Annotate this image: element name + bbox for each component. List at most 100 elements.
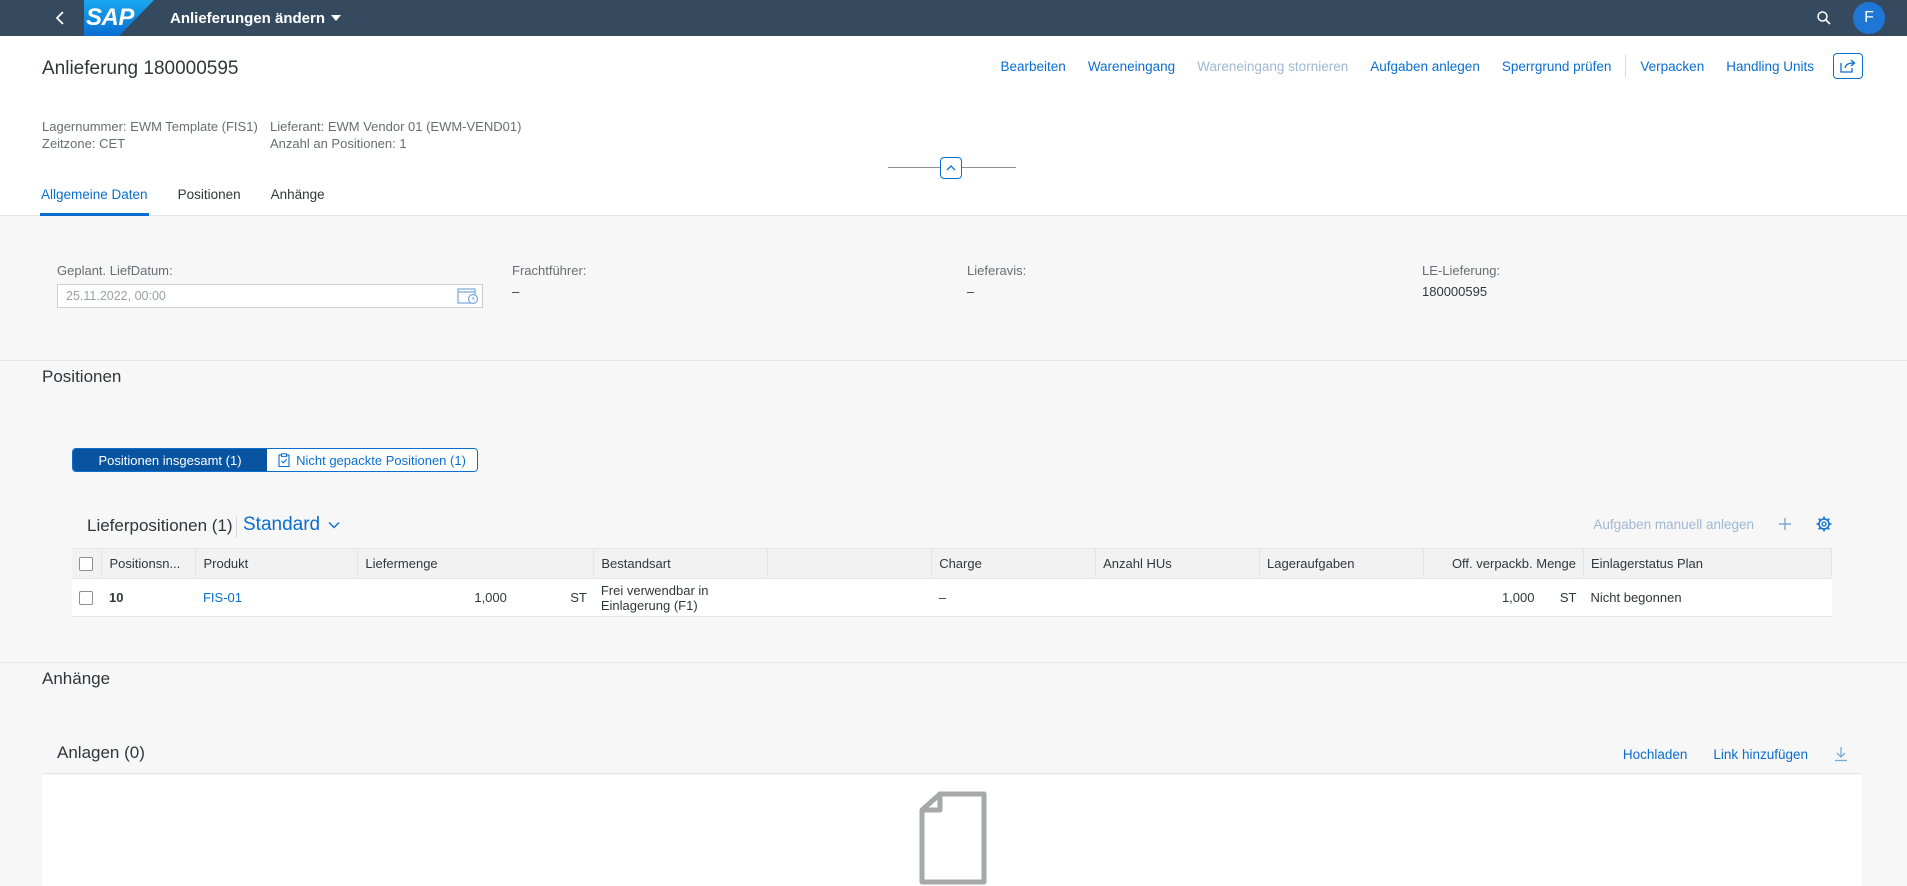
general-data-section: Geplant. LiefDatum: 25.11.2022, 00:00 Fr… xyxy=(0,217,1907,361)
document-icon xyxy=(919,791,987,885)
clipboard-icon xyxy=(278,453,290,467)
liefermenge-unit: ST xyxy=(570,590,587,605)
lieferpositionen-title: Lieferpositionen (1) xyxy=(87,516,233,535)
geplant-liefdatum-value: 25.11.2022, 00:00 xyxy=(66,289,166,303)
user-avatar[interactable]: F xyxy=(1853,2,1885,34)
lieferavis-field: Lieferavis: – xyxy=(967,263,1026,299)
le-lieferung-field: LE-Lieferung: 180000595 xyxy=(1422,263,1500,299)
geplant-liefdatum-field: Geplant. LiefDatum: 25.11.2022, 00:00 xyxy=(57,263,483,308)
column-header-empty xyxy=(767,548,933,579)
section-divider xyxy=(0,662,1907,663)
cell-off-verpackb-menge: 1,000 ST xyxy=(1423,578,1584,617)
anzahl-positionen-attribute: Anzahl an Positionen: 1 xyxy=(270,136,407,151)
header-attributes-right: Lieferant: EWM Vendor 01 (EWM-VEND01) An… xyxy=(270,118,521,152)
back-button[interactable] xyxy=(46,0,74,36)
le-lieferung-label: LE-Lieferung: xyxy=(1422,263,1501,278)
anchor-tabs: Allgemeine Daten Positionen Anhänge xyxy=(40,186,354,216)
wareneingang-button[interactable]: Wareneingang xyxy=(1077,59,1186,74)
segment-positionen-insgesamt-label: Positionen insgesamt (1) xyxy=(98,452,242,468)
toolbar-separator xyxy=(236,516,237,538)
column-header-positionsnummer[interactable]: Positionsn... xyxy=(101,548,197,579)
cell-liefermenge: 1,000 ST xyxy=(357,578,594,617)
shell-bar: SAP Anlieferungen ändern F xyxy=(0,0,1907,36)
hochladen-button[interactable]: Hochladen xyxy=(1623,747,1688,762)
share-button[interactable] xyxy=(1833,53,1863,79)
wareneingang-stornieren-button: Wareneingang stornieren xyxy=(1197,58,1349,74)
handling-units-button[interactable]: Handling Units xyxy=(1715,59,1825,74)
lieferpositionen-toolbar: Lieferpositionen (1) Standard Aufgaben m… xyxy=(72,514,1832,538)
column-header-produkt[interactable]: Produkt xyxy=(195,548,359,579)
positionen-segmented-button: Positionen insgesamt (1) Nicht gepackte … xyxy=(72,448,478,472)
produkt-link[interactable]: FIS-01 xyxy=(203,590,242,605)
chevron-left-icon xyxy=(55,11,64,25)
cell-anzahl-hus xyxy=(1095,578,1260,617)
sperrgrund-pruefen-button[interactable]: Sperrgrund prüfen xyxy=(1491,59,1623,74)
tab-positionen[interactable]: Positionen xyxy=(177,186,242,216)
column-header-off-verpackb-menge[interactable]: Off. verpackb. Menge xyxy=(1423,548,1584,579)
column-header-bestandsart[interactable]: Bestandsart xyxy=(593,548,769,579)
action-separator xyxy=(1625,55,1627,77)
link-hinzufuegen-button[interactable]: Link hinzufügen xyxy=(1713,747,1808,762)
cell-position: 10 xyxy=(101,578,196,617)
anlagen-toolbar: Anlagen (0) Hochladen Link hinzufügen xyxy=(42,738,1862,774)
share-icon xyxy=(1840,59,1856,73)
off-menge-unit: ST xyxy=(1559,590,1577,605)
column-header-liefermenge[interactable]: Liefermenge xyxy=(357,548,595,579)
aufgaben-anlegen-button[interactable]: Aufgaben anlegen xyxy=(1359,59,1491,74)
app-title-menu[interactable]: Anlieferungen ändern xyxy=(170,9,342,27)
cell-empty xyxy=(767,578,932,617)
header-attributes-left: Lagernummer: EWM Template (FIS1) Zeitzon… xyxy=(42,118,258,152)
object-header: Anlieferung 180000595 Bearbeiten Warenei… xyxy=(0,36,1907,216)
variant-selector[interactable]: Standard xyxy=(243,514,340,536)
aufgaben-manuell-anlegen-button: Aufgaben manuell anlegen xyxy=(1593,516,1754,532)
app-title: Anlieferungen ändern xyxy=(170,9,326,27)
tab-allgemeine-daten[interactable]: Allgemeine Daten xyxy=(40,186,149,216)
cell-charge: – xyxy=(931,578,1096,617)
tab-anhaenge[interactable]: Anhänge xyxy=(270,186,326,216)
gear-icon[interactable] xyxy=(1816,516,1832,532)
positionen-section-title: Positionen xyxy=(42,367,122,386)
column-header-lageraufgaben[interactable]: Lageraufgaben xyxy=(1259,548,1424,579)
add-icon[interactable] xyxy=(1778,517,1792,531)
sap-logo[interactable]: SAP xyxy=(84,0,154,36)
column-header-einlagerstatus-plan[interactable]: Einlagerstatus Plan xyxy=(1583,548,1833,579)
zeitzone-attribute: Zeitzone: CET xyxy=(42,136,126,151)
row-checkbox[interactable] xyxy=(79,591,93,606)
lagernummer-attribute: Lagernummer: EWM Template (FIS1) xyxy=(42,119,258,134)
select-all-cell xyxy=(72,548,103,579)
collapse-header-button[interactable] xyxy=(940,157,962,179)
segment-nicht-gepackte-positionen-label: Nicht gepackte Positionen (1) xyxy=(296,452,466,468)
calendar-icon[interactable] xyxy=(456,287,480,305)
cell-einlagerstatus-plan: Nicht begonnen xyxy=(1583,578,1832,617)
variant-label: Standard xyxy=(243,514,321,535)
caret-down-icon xyxy=(331,15,342,21)
cell-bestandsart: Frei verwendbar in Einlagerung (F1) xyxy=(593,578,768,617)
anlagen-title: Anlagen (0) xyxy=(57,743,145,762)
liefermenge-value: 1,000 xyxy=(474,590,507,605)
select-all-checkbox[interactable] xyxy=(79,557,93,572)
page-title: Anlieferung 180000595 xyxy=(42,58,239,79)
chevron-up-icon xyxy=(946,165,956,171)
anlagen-list-empty xyxy=(42,775,1862,886)
search-icon[interactable] xyxy=(1817,11,1831,25)
verpacken-button[interactable]: Verpacken xyxy=(1629,59,1715,74)
lieferant-attribute: Lieferant: EWM Vendor 01 (EWM-VEND01) xyxy=(270,119,522,134)
off-menge-value: 1,000 xyxy=(1501,590,1535,605)
cell-produkt: FIS-01 xyxy=(195,578,358,617)
cell-lageraufgaben xyxy=(1259,578,1424,617)
lieferavis-label: Lieferavis: xyxy=(967,263,1027,278)
column-header-charge[interactable]: Charge xyxy=(931,548,1097,579)
anhaenge-section-title: Anhänge xyxy=(42,669,111,688)
table-header-row: Positionsn... Produkt Liefermenge Bestan… xyxy=(72,548,1833,579)
bearbeiten-button[interactable]: Bearbeiten xyxy=(990,59,1077,74)
column-header-anzahl-hus[interactable]: Anzahl HUs xyxy=(1095,548,1261,579)
geplant-liefdatum-input[interactable]: 25.11.2022, 00:00 xyxy=(57,284,483,308)
download-icon[interactable] xyxy=(1834,746,1848,762)
table-row[interactable]: 10 FIS-01 1,000 ST Frei verwendbar in Ei… xyxy=(72,578,1832,617)
header-actions: Bearbeiten Wareneingang Wareneingang sto… xyxy=(990,48,1863,84)
frachtfuehrer-field: Frachtführer: – xyxy=(512,263,586,299)
lieferpositionen-table: Positionsn... Produkt Liefermenge Bestan… xyxy=(72,548,1833,617)
sap-logo-text: SAP xyxy=(86,4,134,31)
segment-nicht-gepackte-positionen[interactable]: Nicht gepackte Positionen (1) xyxy=(267,449,477,471)
segment-positionen-insgesamt[interactable]: Positionen insgesamt (1) xyxy=(73,449,267,471)
